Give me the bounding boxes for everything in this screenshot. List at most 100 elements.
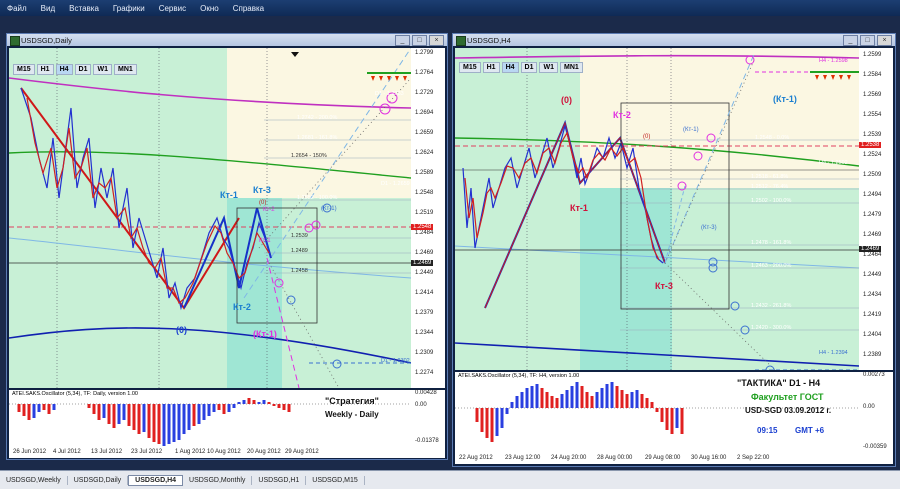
label-kt1: Кт-1	[220, 190, 238, 200]
tf-d1-button[interactable]: D1	[520, 62, 538, 73]
tf-w1-button[interactable]: W1	[539, 62, 558, 73]
tf-m15-button[interactable]: M15	[459, 62, 481, 73]
tf-m15-button[interactable]: M15	[13, 64, 35, 75]
tab-usdsgd-weekly[interactable]: USDSGD,Weekly	[0, 475, 68, 485]
tab-usdsgd-h1[interactable]: USDSGD,H1	[252, 475, 307, 485]
tf-h4-button[interactable]: H4	[501, 62, 519, 73]
level-d1-2302: D1 - 1.2302	[381, 358, 410, 364]
label-zero: (0)	[176, 325, 187, 335]
fib-level-200: 1.2742 - 200.0%	[297, 115, 338, 121]
fib-level-1618: 1.2478 - 161.8%	[751, 240, 792, 246]
fib-level-200: 1.2463 - 200.0%	[751, 263, 792, 269]
menu-tools[interactable]: Сервис	[152, 4, 193, 13]
oscillator-label: ATEI.SAKS.Oscillator (5,34), TF: H4, ver…	[458, 373, 580, 379]
fib-level-0: 1.2548 - 0.0%	[755, 135, 790, 141]
current-price-tag: 1.2548	[411, 224, 434, 230]
tactic-title: "ТАКТИКА" D1 - H4	[737, 378, 821, 388]
price-axis: 1.2599 1.2584 1.2569 1.2554 1.2539 1.252…	[859, 48, 893, 370]
label-kt1-projected: (Кт-1)	[253, 329, 277, 339]
maximize-button[interactable]: □	[860, 35, 875, 46]
label-kt3-small: (Кт-3)	[701, 225, 717, 231]
price-chart-svg	[9, 48, 411, 388]
time-axis: 26 Jun 2012 4 Jul 2012 13 Jul 2012 23 Ju…	[9, 448, 445, 458]
menu-bar: Файл Вид Вставка Графики Сервис Окно Спр…	[0, 0, 900, 16]
tf-d1-button[interactable]: D1	[74, 64, 92, 75]
chart-window-daily[interactable]: USDSGD,Daily _ □ × M15 H1 H4 D1 W1 MN1 К…	[6, 33, 448, 460]
window-titlebar[interactable]: USDSGD,Daily _ □ ×	[7, 34, 447, 46]
tab-usdsgd-monthly[interactable]: USDSGD,Monthly	[183, 475, 253, 485]
fib-level-100: 1.2552 - 100.0%	[297, 195, 338, 201]
oscillator-panel[interactable]: ATEI.SAKS.Oscillator (5,34), TF: H4, ver…	[455, 372, 859, 454]
label-zero-small: (0)	[259, 200, 267, 206]
timeframe-bar: M15 H1 H4 D1 W1 MN1	[13, 64, 137, 75]
minimize-button[interactable]: _	[843, 35, 858, 46]
chart-tabs: USDSGD,Weekly USDSGD,Daily USDSGD,H4 USD…	[0, 470, 900, 489]
menu-view[interactable]: Вид	[34, 4, 62, 13]
chart-window-h4[interactable]: USDSGD,H4 _ □ × M15 H1 H4 D1 W1 MN1 (0) …	[452, 33, 896, 467]
tf-h1-button[interactable]: H1	[482, 62, 500, 73]
level-d1-2783: D1 - 1.2783	[375, 91, 404, 97]
window-titlebar[interactable]: USDSGD,H4 _ □ ×	[453, 34, 895, 46]
label-kt1-small: (Кт-1)	[683, 127, 699, 133]
fib-level-764: 1.2512 - 76.4%	[751, 184, 789, 190]
tactic-time: 09:15	[757, 426, 778, 435]
label-zero: (0)	[561, 95, 572, 105]
menu-charts[interactable]: Графики	[106, 4, 152, 13]
tab-usdsgd-h4[interactable]: USDSGD,H4	[128, 474, 184, 486]
strategy-title: "Стратегия"	[325, 396, 379, 406]
tf-h4-button[interactable]: H4	[55, 64, 73, 75]
level-h4-2598: H4 - 1.2598	[819, 58, 848, 64]
label-kt1: Кт-1	[570, 203, 588, 213]
minimize-button[interactable]: _	[395, 35, 410, 46]
tf-w1-button[interactable]: W1	[93, 64, 112, 75]
menu-insert[interactable]: Вставка	[62, 4, 106, 13]
close-button[interactable]: ×	[877, 35, 892, 46]
tactic-gmt: GMT +6	[795, 426, 825, 435]
fib-level-2539: 1.2539	[291, 233, 308, 239]
level-h4-2502: H4 - 1.2502	[819, 160, 848, 166]
label-kt1-small-proj: (Кт-1)	[321, 206, 337, 212]
label-kt2-small: Кт-2	[263, 207, 275, 213]
oscillator-label: ATEI.SAKS.Oscillator (5,34), TF: Daily, …	[12, 391, 138, 397]
tf-h1-button[interactable]: H1	[36, 64, 54, 75]
fib-level-2618: 1.2432 - 261.8%	[751, 303, 792, 309]
oscillator-panel[interactable]: ATEI.SAKS.Oscillator (5,34), TF: Daily, …	[9, 390, 411, 448]
fib-level-300: 1.2420 - 300.0%	[751, 325, 792, 331]
price-chart-svg	[455, 48, 859, 370]
strategy-subtitle: Weekly - Daily	[325, 410, 379, 419]
current-price-tag-2: 1.2469	[859, 246, 882, 252]
close-button[interactable]: ×	[429, 35, 444, 46]
label-kt2: Кт-2	[233, 302, 251, 312]
oscillator-axis: 0.00428 0.00 -0.01378	[411, 390, 445, 448]
fib-level-2489: 1.2489	[291, 248, 308, 254]
current-price-tag: 1.2538	[859, 142, 882, 148]
price-chart[interactable]: M15 H1 H4 D1 W1 MN1 (0) Кт-2 Кт-1 Кт-3 (…	[455, 48, 859, 370]
fib-level-100: 1.2502 - 100.0%	[751, 198, 792, 204]
menu-file[interactable]: Файл	[0, 4, 34, 13]
chart-window-icon	[456, 36, 466, 46]
menu-window[interactable]: Окно	[193, 4, 226, 13]
level-d1-2659: D1 - 1.2659	[381, 181, 410, 187]
label-kt3: Кт-3	[253, 185, 271, 195]
fib-level-1618: 1.2681 - 161.8%	[297, 135, 338, 141]
tab-usdsgd-m15[interactable]: USDSGD,M15	[306, 475, 365, 485]
label-kt1-small: Кт-1	[259, 238, 271, 244]
menu-help[interactable]: Справка	[226, 4, 271, 13]
maximize-button[interactable]: □	[412, 35, 427, 46]
tactic-pair-date: USD-SGD 03.09.2012 г.	[745, 406, 832, 415]
current-price-tag-2: 1.2469	[411, 260, 434, 266]
price-chart[interactable]: M15 H1 H4 D1 W1 MN1 Кт-1 Кт-3 Кт-2 (0) (…	[9, 48, 411, 388]
level-h4-2394: H4 - 1.2394	[819, 350, 848, 356]
chart-window-icon	[10, 36, 20, 46]
tf-mn1-button[interactable]: MN1	[559, 62, 583, 73]
tab-usdsgd-daily[interactable]: USDSGD,Daily	[68, 475, 129, 485]
fib-level-618: 1.2518 - 61.8%	[751, 174, 789, 180]
oscillator-axis: 0.00273 0.00 -0.00359	[859, 372, 893, 454]
time-axis: 22 Aug 2012 23 Aug 12:00 24 Aug 20:00 28…	[455, 454, 893, 464]
fib-level-150: 1.2654 - 150%	[291, 153, 327, 159]
tf-mn1-button[interactable]: MN1	[113, 64, 137, 75]
label-kt3: Кт-3	[655, 281, 673, 291]
label-kt1-projected: (Кт-1)	[773, 94, 797, 104]
timeframe-bar: M15 H1 H4 D1 W1 MN1	[459, 62, 583, 73]
price-axis: 1.2799 1.2764 1.2729 1.2694 1.2659 1.262…	[411, 48, 445, 388]
